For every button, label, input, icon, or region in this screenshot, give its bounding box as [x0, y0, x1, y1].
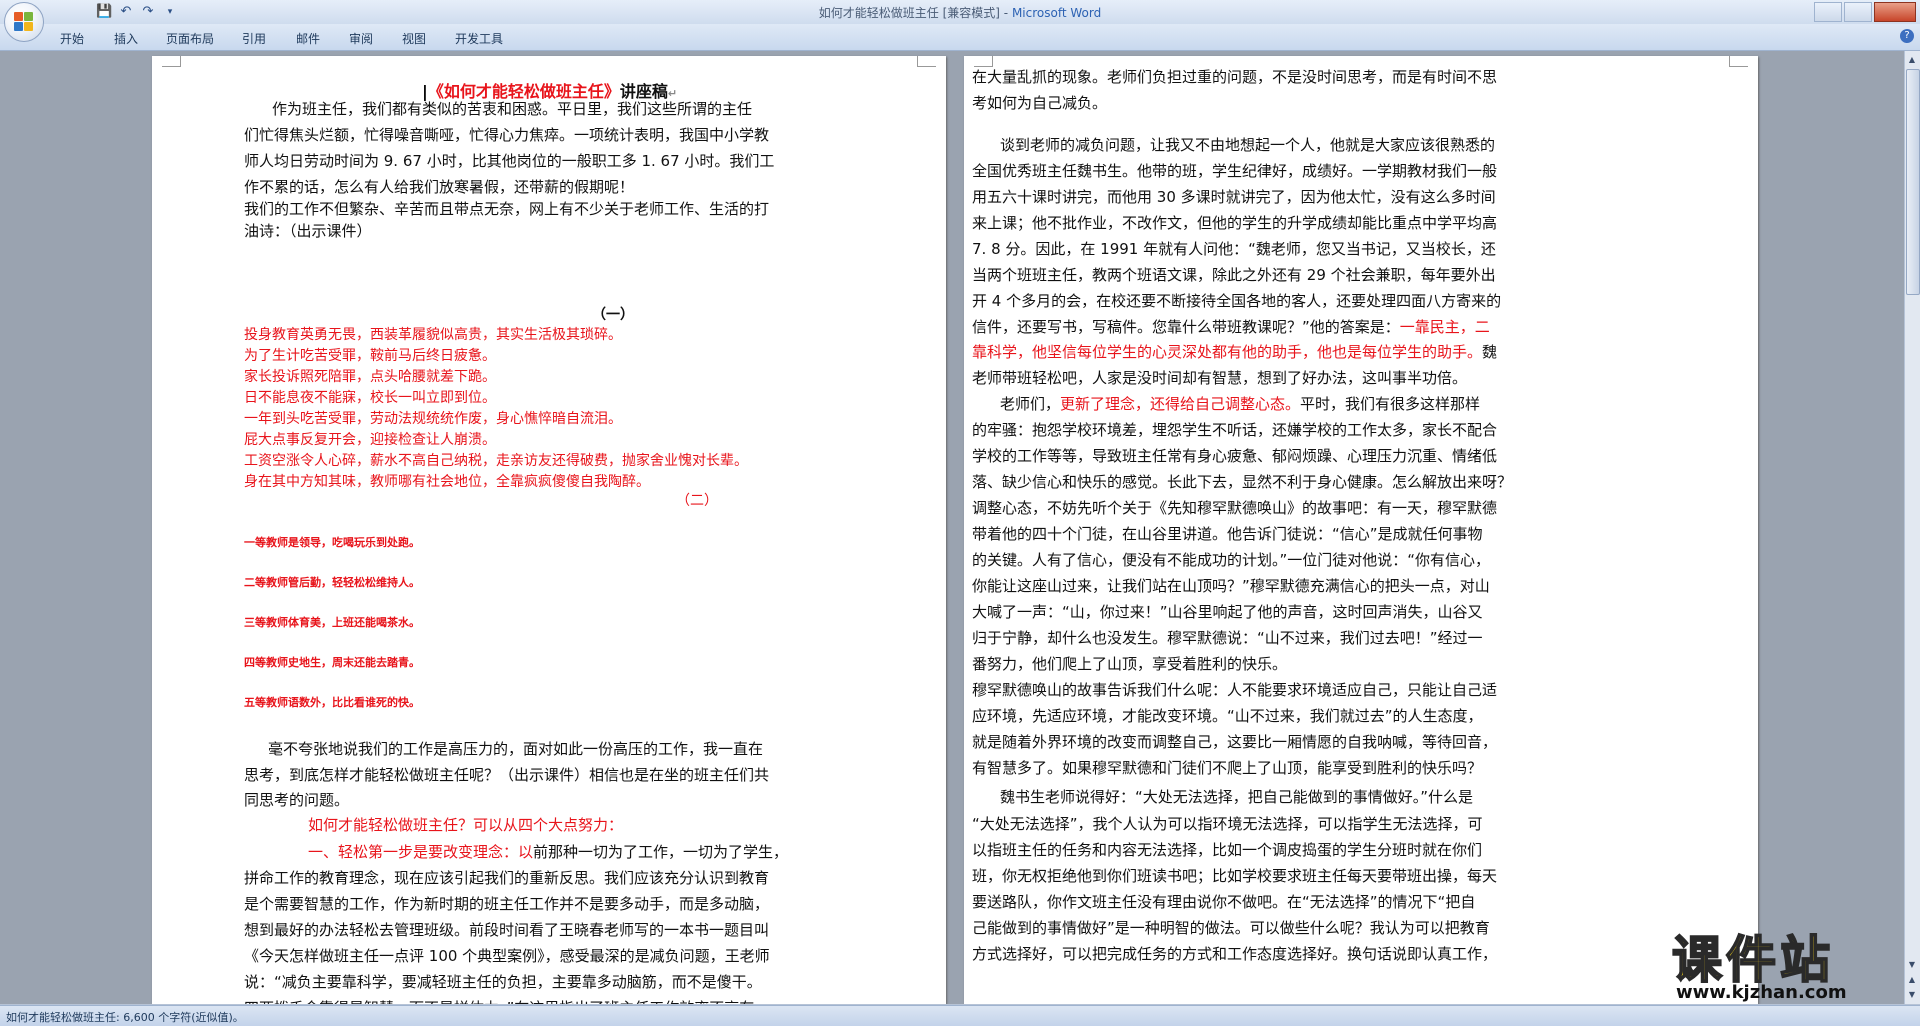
text-line: 方式选择好，可以把完成任务的方式和工作态度选择好。换句话说即认真工作，: [972, 945, 1498, 963]
text-line: 开 4 个多月的会，在校还要不断接待全国各地的客人，还要处理四面八方寄来的: [972, 292, 1502, 310]
text-line: 要送路队，你作文班主任没有理由说你不做吧。在“无法选择”的情况下“把自: [972, 893, 1476, 911]
tab-view[interactable]: 视图: [402, 30, 426, 47]
tab-review[interactable]: 审阅: [349, 30, 373, 47]
text-line: 当两个班班主任，教两个班语文课，除此之外还有 29 个社会兼职，每年要外出: [972, 266, 1496, 284]
text-line: “大处无法选择”，我个人认为可以指环境无法选择，可以指学生无法选择，可: [972, 815, 1483, 833]
text-line: 以指班主任的任务和内容无法选择，比如一个调皮捣蛋的学生分班时就在你们: [972, 841, 1483, 859]
minimize-icon[interactable]: [1814, 2, 1842, 22]
poem-line: 身在其中方知其味，教师哪有社会地位，全靠疯疯傻傻自我陶醉。: [244, 474, 650, 490]
text-line: 调整心态，不妨先听个关于《先知穆罕默德唤山》的故事吧：有一天，穆罕默德: [972, 499, 1498, 517]
crop-mark: [917, 56, 936, 67]
crop-mark: [162, 56, 181, 67]
title-bar: 💾 ↶ ↷ ▾ 如何才能轻松做班主任 [兼容模式] - Microsoft Wo…: [0, 0, 1920, 25]
text-line: 老师们，更新了理念，还得给自己调整心态。平时，我们有很多这样那样: [1000, 395, 1481, 413]
poem-line: 屁大点事反复开会，迎接检查让人崩溃。: [244, 432, 496, 448]
text-line: 拼命工作的教育理念，现在应该引起我们的重新反思。我们应该充分认识到教育: [244, 869, 770, 887]
text-line: 班，你无权拒绝他到你们班读书吧；比如学校要求班主任每天要带班出操，每天: [972, 867, 1498, 885]
text-line: 用五六十课时讲完，而他用 30 多课时就讲完了，因为他太忙，没有这么多时间: [972, 188, 1496, 206]
text-line: 穆罕默德唤山的故事告诉我们什么呢：人不能要求环境适应自己，只能让自己适: [972, 681, 1498, 699]
poem-line: 投身教育英勇无畏，西装革履貌似高贵，其实生活极其琐碎。: [244, 327, 622, 343]
text-line: 靠科学，他坚信每位学生的心灵深处都有他的助手，他也是每位学生的助手。魏: [972, 343, 1498, 361]
text-line: 学校的工作等等，导致班主任常有身心疲惫、郁闷烦躁、心理压力沉重、情绪低: [972, 447, 1498, 465]
text-line: 应环境，先适应环境，才能改变环境。“山不过来，我们就过去”的人生态度，: [972, 707, 1483, 725]
status-bar: 如何才能轻松做班主任: 6,600 个字符(近似值)。: [0, 1005, 1920, 1026]
text-line: 四两拨千金靠得是智慧，而不是拼体力。”在这里指出了班主任工作效率不高存: [244, 997, 754, 1004]
text-line: 想到最好的办法轻松去管理班级。前段时间看了王晓春老师写的一本书一题目叫: [244, 921, 770, 939]
office-button[interactable]: [4, 2, 44, 42]
tab-home[interactable]: 开始: [60, 30, 84, 47]
watermark-url: www.kjzhan.com: [1676, 982, 1847, 1003]
text-line: 作不累的话，怎么有人给我们放寒暑假，还带薪的假期呢！: [244, 178, 635, 196]
vertical-scrollbar[interactable]: ▲ ▼ ▲ ▼: [1904, 51, 1920, 1004]
poem-line: 二等教师管后勤，轻轻松松维持人。: [244, 576, 420, 589]
text-line: 大喊了一声：“山，你过来！”山谷里响起了他的声音，这时回声消失，山谷又: [972, 603, 1483, 621]
text-line: 油诗：（出示课件）: [244, 222, 372, 240]
text-line: 作为班主任，我们都有类似的苦衷和困惑。平日里，我们这些所谓的主任: [272, 100, 753, 118]
text-line: 同思考的问题。: [244, 791, 350, 809]
document-page-2[interactable]: 在大量乱抓的现象。老师们负担过重的问题，不是没时间思考，而是有时间不思 考如何为自…: [964, 56, 1758, 1004]
text-line: 归于宁静，却什么也没发生。穆罕默德说：“山不过来，我们过去吧！”经过一: [972, 629, 1483, 647]
poem-line: 四等教师史地生，周末还能去踏青。: [244, 656, 420, 669]
text-line: 在大量乱抓的现象。老师们负担过重的问题，不是没时间思考，而是有时间不思: [972, 68, 1498, 86]
document-workspace[interactable]: |《如何才能轻松做班主任》讲座稿↵ 作为班主任，我们都有类似的苦衷和困惑。平日里…: [0, 51, 1905, 1004]
text-line: 说：“减负主要靠科学，要减轻班主任的负担，主要靠多动脑筋，而不是傻干。: [244, 973, 762, 991]
tab-references[interactable]: 引用: [242, 30, 266, 47]
text-line: 己能做到的事情做好”是一种明智的做法。可以做些什么呢？我认为可以把教育: [972, 919, 1490, 937]
text-line: 番努力，他们爬上了山顶，享受着胜利的快乐。: [972, 655, 1288, 673]
poem-line: 家长投诉照死陪罪，点头哈腰就差下跪。: [244, 369, 496, 385]
text-line: 我们的工作不但繁杂、辛苦而且带点无奈，网上有不少关于老师工作、生活的打: [244, 200, 770, 218]
red-heading: 如何才能轻松做班主任？可以从四个大点努力：: [308, 816, 624, 834]
point-one-line: 一、轻松第一步是要改变理念：以前那种一切为了工作，一切为了学生，: [308, 843, 789, 861]
text-line: 考如何为自己减负。: [972, 94, 1108, 112]
text-line: 7. 8 分。因此，在 1991 年就有人问他：“魏老师，您又当书记，又当校长，…: [972, 240, 1496, 258]
section-label-2: （二）: [676, 493, 718, 509]
poem-line: 日不能息夜不能寐，校长一叫立即到位。: [244, 390, 496, 406]
text-line: 是个需要智慧的工作，作为新时期的班主任工作并不是要多动手，而是多动脑，: [244, 895, 770, 913]
poem-line: 一等教师是领导，吃喝玩乐到处跑。: [244, 536, 420, 549]
help-icon[interactable]: ?: [1900, 29, 1914, 43]
poem-line: 三等教师体育美，上班还能喝茶水。: [244, 616, 420, 629]
text-line: 带着他的四十个门徒，在山谷里讲道。他告诉门徒说：“信心”是成就任何事物: [972, 525, 1483, 543]
crop-mark: [1729, 56, 1748, 67]
text-line: 信件，还要写书，写稿件。您靠什么带班教课呢？”他的答案是：一靠民主，二: [972, 318, 1490, 336]
text-line: 们忙得焦头烂额，忙得噪音嘶哑，忙得心力焦瘁。一项统计表明，我国中小学教: [244, 126, 770, 144]
ribbon-tabs: 开始 插入 页面布局 引用 邮件 审阅 视图 开发工具 ?: [0, 24, 1920, 51]
text-line: 落、缺少信心和快乐的感觉。长此下去，显然不利于身心健康。怎么解放出来呀？: [972, 473, 1513, 491]
text-line: 师人均日劳动时间为 9. 67 小时，比其他岗位的一般职工多 1. 67 小时。…: [244, 152, 775, 170]
text-line: 老师带班轻松吧，人家是没时间却有智慧，想到了好办法，这叫事半功倍。: [972, 369, 1468, 387]
tab-page-layout[interactable]: 页面布局: [166, 30, 214, 47]
text-line: 谈到老师的减负问题，让我又不由地想起一个人，他就是大家应该很熟悉的: [1000, 136, 1496, 154]
poem-line: 五等教师语数外，比比看谁死的快。: [244, 696, 420, 709]
scroll-thumb[interactable]: [1906, 69, 1920, 295]
office-logo-icon: [14, 12, 34, 32]
word-count-status[interactable]: 如何才能轻松做班主任: 6,600 个字符(近似值)。: [6, 1009, 244, 1025]
text-line: 有智慧多了。如果穆罕默德和门徒们不爬上了山顶，能享受到胜利的快乐吗？: [972, 759, 1483, 777]
text-line: 毫不夸张地说我们的工作是高压力的，面对如此一份高压的工作，我一直在: [268, 740, 764, 758]
text-line: 《今天怎样做班主任一点评 100 个典型案例》，感受最深的是减负问题，王老师: [244, 947, 770, 965]
text-line: 全国优秀班主任魏书生。他带的班，学生纪律好，成绩好。一学期教材我们一般: [972, 162, 1498, 180]
window-controls: [1814, 2, 1916, 22]
scroll-up-icon[interactable]: ▲: [1906, 53, 1918, 67]
text-line: 的关键。人有了信心，便没有不能成功的计划。”一位门徒对他说：“你有信心，: [972, 551, 1491, 569]
poem-line: 一年到头吃苦受罪，劳动法规统统作废，身心憔悴暗自流泪。: [244, 411, 622, 427]
text-line: 来上课；他不批作业，不改作文，但他的学生的升学成绩却能比重点中学平均高: [972, 214, 1498, 232]
poem-line: 工资空涨令人心碎，薪水不高自己纳税，走亲访友还得破费，抛家舍业愧对长辈。: [244, 453, 748, 469]
maximize-icon[interactable]: [1844, 2, 1872, 22]
tab-mailings[interactable]: 邮件: [296, 30, 320, 47]
tab-developer[interactable]: 开发工具: [455, 30, 503, 47]
text-line: 你能让这座山过来，让我们站在山顶吗？”穆罕默德充满信心的把头一点，对山: [972, 577, 1490, 595]
window-title: 如何才能轻松做班主任 [兼容模式] - Microsoft Word: [818, 6, 1102, 20]
poem-line: 为了生计吃苦受罪，鞍前马后终日疲惫。: [244, 348, 496, 364]
text-line: 就是随着外界环境的改变而调整自己，这要比一厢情愿的自我呐喊，等待回音，: [972, 733, 1498, 751]
close-icon[interactable]: [1874, 2, 1916, 22]
text-line: 的牢骚：抱怨学校环境差，埋怨学生不听话，还嫌学校的工作太多，家长不配合: [972, 421, 1498, 439]
text-line: 思考，到底怎样才能轻松做班主任呢？（出示课件）相信也是在坐的班主任们共: [244, 766, 770, 784]
text-line: 魏书生老师说得好：“大处无法选择，把自己能做到的事情做好。”什么是: [1000, 788, 1474, 806]
tab-insert[interactable]: 插入: [114, 30, 138, 47]
section-label-1: （一）: [592, 307, 634, 323]
document-page-1[interactable]: |《如何才能轻松做班主任》讲座稿↵ 作为班主任，我们都有类似的苦衷和困惑。平日里…: [152, 56, 946, 1004]
watermark-logo: 课件站 www.kjzhan.com: [1671, 920, 1912, 1010]
